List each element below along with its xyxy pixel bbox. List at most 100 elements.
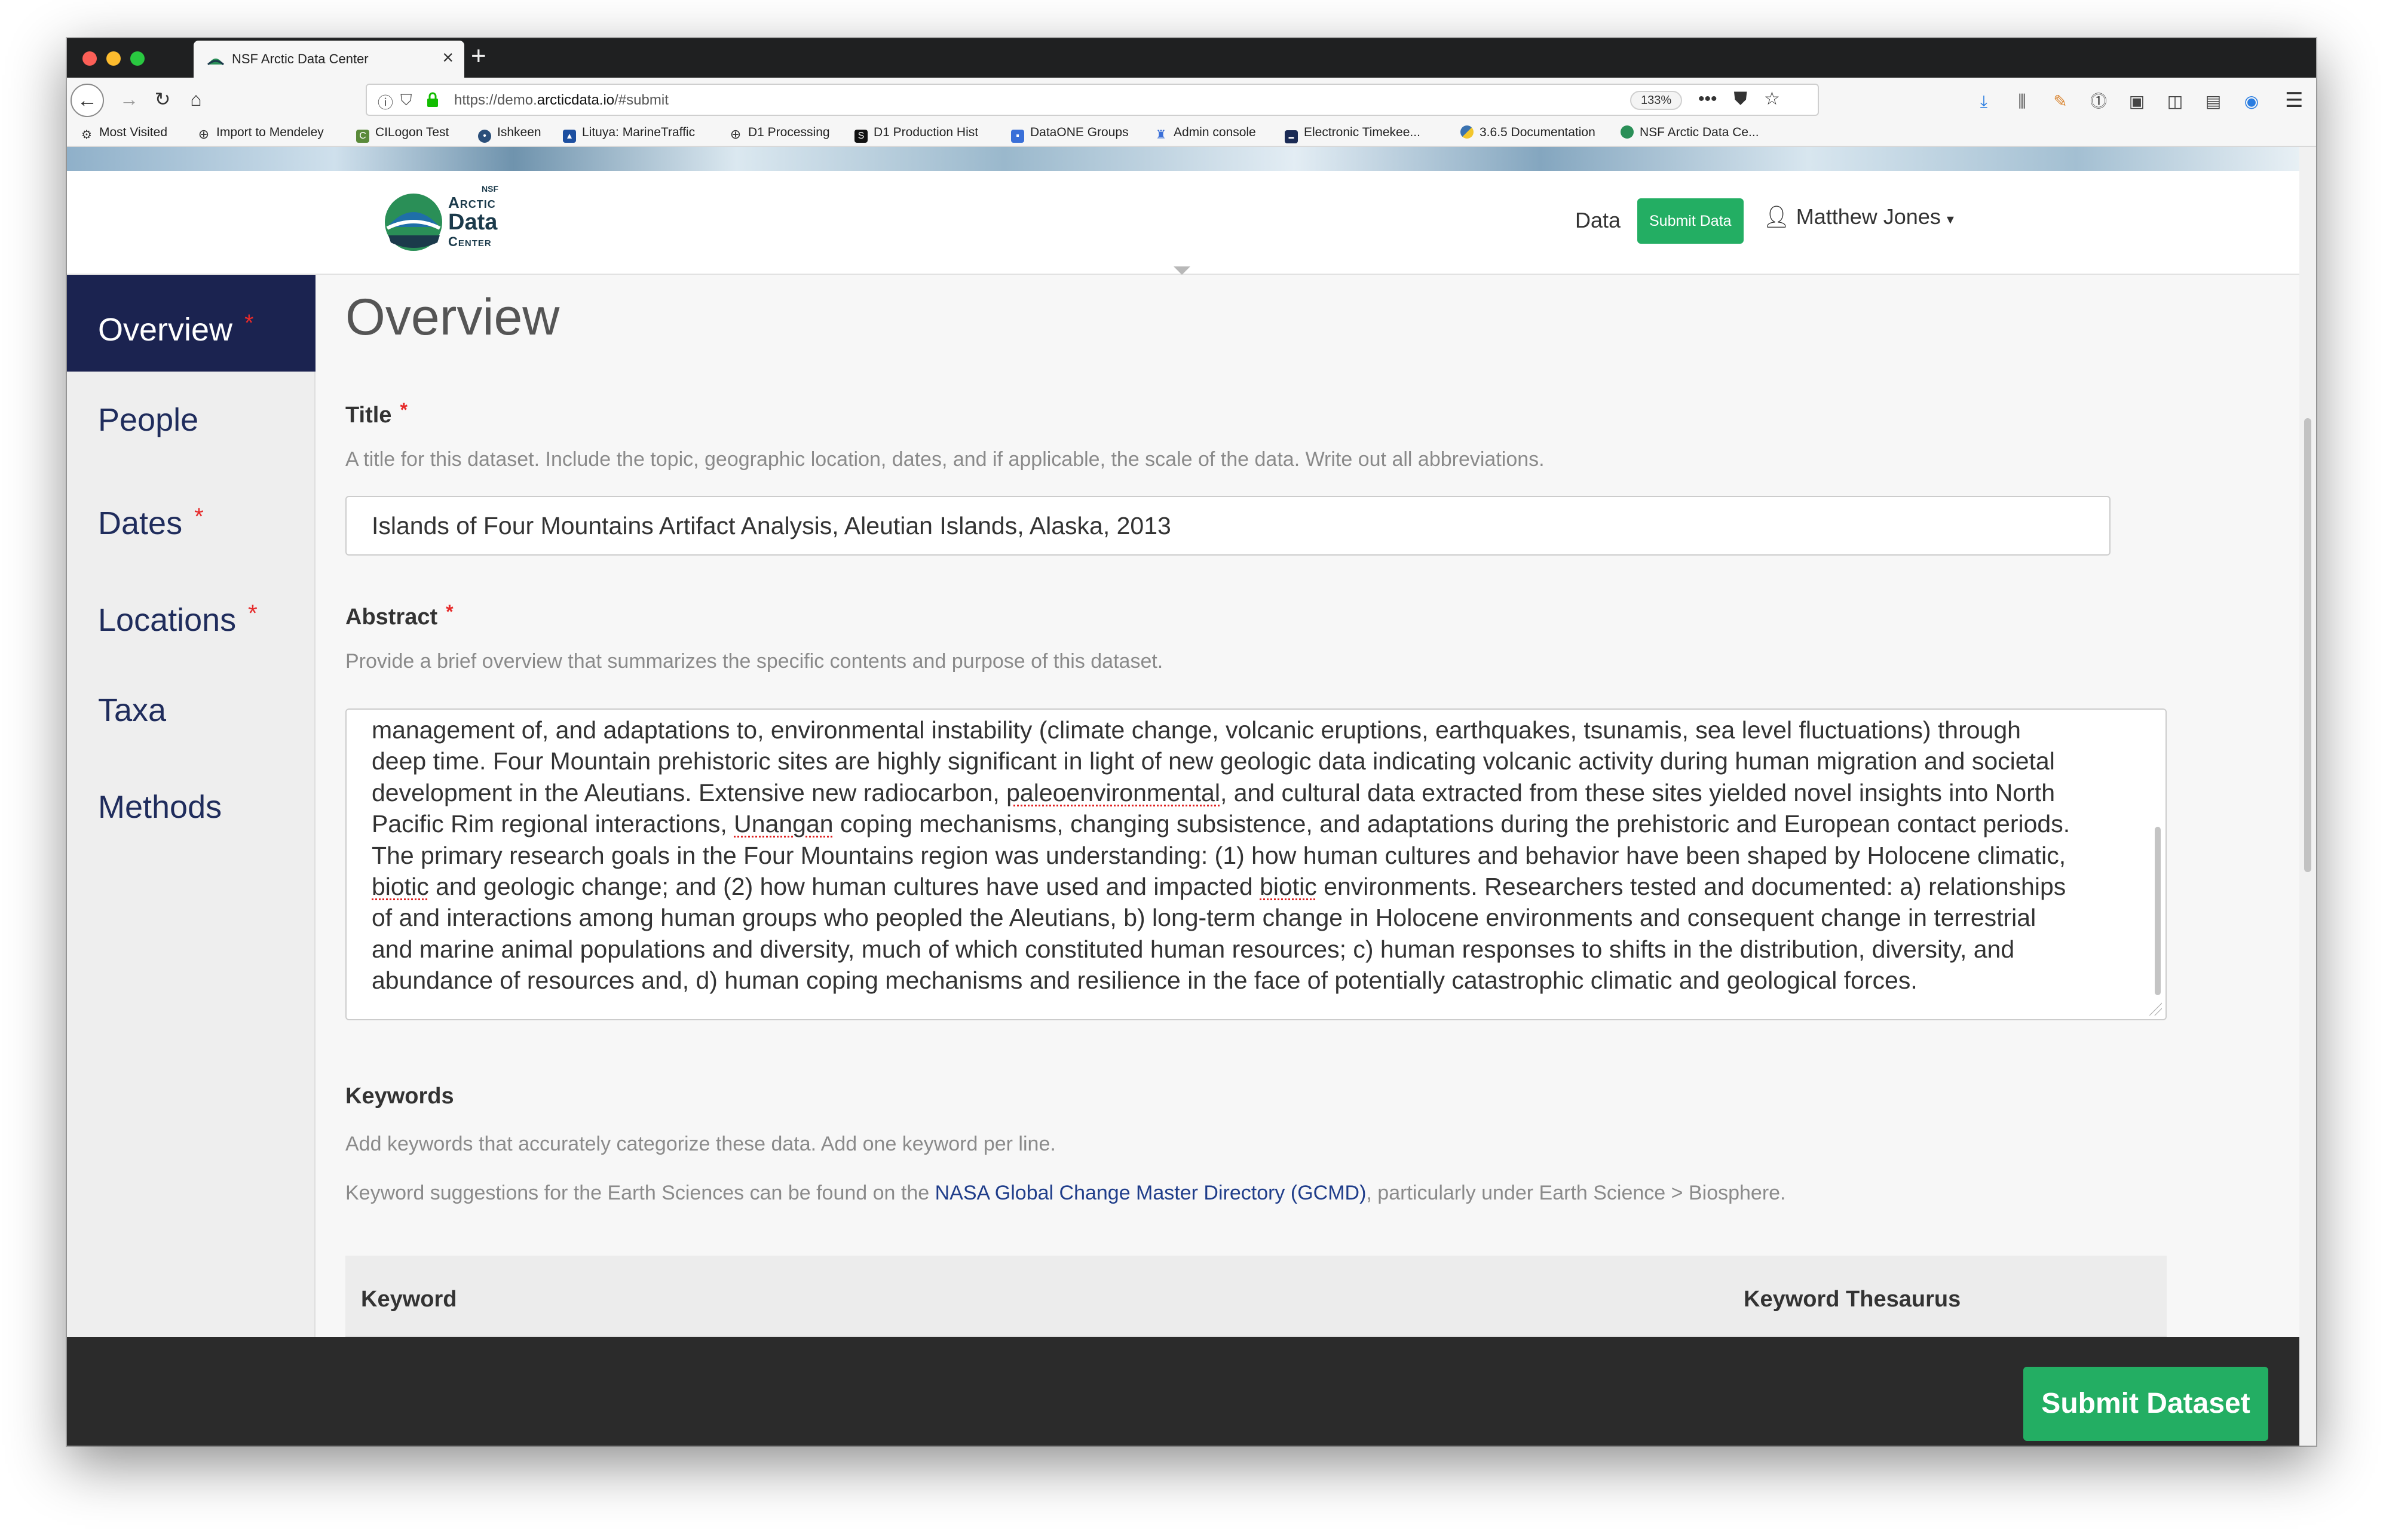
- close-tab-icon[interactable]: ×: [442, 48, 454, 67]
- menu-icon[interactable]: ☰: [2285, 88, 2303, 112]
- submit-footer: Submit Dataset: [67, 1337, 2299, 1446]
- library-icon[interactable]: ⫼: [2003, 92, 2041, 112]
- bookmark-star-icon[interactable]: ☆: [1764, 89, 1780, 109]
- keywords-suggestion: Keyword suggestions for the Earth Scienc…: [345, 1182, 1786, 1205]
- submit-dataset-button[interactable]: Submit Dataset: [2023, 1367, 2268, 1441]
- sidebar-item-dates[interactable]: Dates *: [67, 468, 316, 565]
- sidebar-item-taxa[interactable]: Taxa: [67, 662, 316, 759]
- arctic-data-logo-icon[interactable]: [382, 191, 445, 253]
- sidebar-item-people[interactable]: People: [67, 372, 316, 468]
- bookmark-label: Lituya: MarineTraffic: [582, 125, 696, 139]
- sidebar-item-label: Locations: [98, 602, 237, 638]
- required-marker: *: [194, 504, 204, 530]
- page-actions-icon[interactable]: •••: [1698, 89, 1717, 109]
- web-page: NSF Arctic Data Center Data Submit Data …: [67, 147, 2299, 1337]
- bookmarks-bar: ⚙ Most Visited ⊕ Import to Mendeley C CILog…: [67, 121, 2316, 147]
- bookmark-admin-console[interactable]: ♜ Admin console: [1154, 125, 1256, 142]
- pocket-icon[interactable]: ⛊: [1734, 89, 1748, 109]
- new-tab-button[interactable]: +: [471, 41, 486, 72]
- abstract-textarea[interactable]: management of, and adaptations to, envir…: [345, 708, 2167, 1020]
- bookmark-label: DataONE Groups: [1030, 125, 1129, 139]
- nav-data-link[interactable]: Data: [1575, 208, 1621, 233]
- abstract-line: and marine animal populations and divers…: [372, 935, 2015, 963]
- tab-active[interactable]: NSF Arctic Data Center ×: [194, 41, 464, 78]
- bookmark-mendeley[interactable]: ⊕ Import to Mendeley: [197, 125, 324, 141]
- cilogon-icon: C: [356, 130, 369, 143]
- url-bar[interactable]: ⓘ ⛉ https://demo.arcticdata.io/#submit 1…: [366, 84, 1819, 116]
- bookmark-d1-production[interactable]: S D1 Production Hist: [854, 125, 978, 143]
- globe-icon: ⊕: [198, 127, 210, 142]
- user-menu[interactable]: 👤︎ Matthew Jones ▾: [1763, 204, 1954, 229]
- reader-icon[interactable]: ▤: [2194, 91, 2232, 111]
- logo-line-2: Data: [448, 210, 498, 235]
- bookmark-arctic-data[interactable]: NSF Arctic Data Ce...: [1621, 125, 1759, 140]
- submit-form: Overview Title * A title for this dataset…: [316, 275, 2299, 1337]
- tab-bar: NSF Arctic Data Center × +: [67, 38, 2316, 78]
- tracking-shield-icon[interactable]: ⛉: [400, 91, 412, 110]
- back-button[interactable]: ←: [71, 84, 104, 117]
- page-scrollbar-thumb[interactable]: [2304, 418, 2311, 872]
- bookmark-label: Most Visited: [99, 125, 167, 139]
- bookmark-python-docs[interactable]: 3.6.5 Documentation: [1460, 125, 1595, 140]
- abstract-help: Provide a brief overview that summarizes…: [345, 650, 1163, 673]
- required-marker: *: [400, 399, 408, 421]
- sidebar-item-overview[interactable]: Overview *: [67, 275, 316, 372]
- sidebar-item-methods[interactable]: Methods: [67, 759, 316, 855]
- required-marker: *: [244, 310, 254, 336]
- onepassword-icon[interactable]: ⓵: [2079, 88, 2118, 112]
- arctic-data-icon: [1621, 125, 1634, 139]
- ship-icon: ▴: [563, 130, 576, 143]
- logo-nsf: NSF: [482, 184, 498, 194]
- bookmark-most-visited[interactable]: ⚙ Most Visited: [80, 125, 167, 142]
- s-icon: S: [854, 130, 868, 143]
- extension-icon[interactable]: ✎: [2041, 91, 2079, 111]
- close-window-button[interactable]: [82, 51, 97, 66]
- page-scrollbar[interactable]: [2299, 147, 2316, 1446]
- arctic-data-favicon-icon: [207, 59, 225, 66]
- nav-submit-data-button[interactable]: Submit Data: [1637, 198, 1744, 244]
- forward-button[interactable]: →: [117, 87, 141, 111]
- site-header: NSF Arctic Data Center Data Submit Data …: [67, 171, 2299, 275]
- keywords-label: Keywords: [345, 1084, 454, 1109]
- reload-button[interactable]: ↻: [151, 87, 174, 111]
- ucsb-icon: ▬: [1285, 130, 1298, 143]
- logo-wordmark[interactable]: Arctic Data Center: [448, 194, 498, 249]
- resize-grip-icon[interactable]: [2149, 1002, 2162, 1016]
- abstract-scrollbar[interactable]: [2155, 827, 2161, 995]
- home-button[interactable]: ⌂: [184, 87, 208, 111]
- account-icon[interactable]: ◉: [2232, 91, 2271, 111]
- misspelled-word: paleoenvironmental: [1006, 778, 1220, 806]
- misspelled-word: biotic: [1260, 872, 1317, 900]
- keywords-table-header: Keyword Keyword Thesaurus: [345, 1256, 2167, 1337]
- site-info-icon[interactable]: ⓘ: [378, 91, 393, 113]
- downloads-icon[interactable]: ⤓: [1965, 92, 2003, 112]
- sidebar-item-label: People: [98, 402, 199, 438]
- required-marker: *: [248, 600, 258, 627]
- abstract-line: biotic and geologic change; and (2) how …: [372, 872, 2066, 900]
- bookmark-dataone-groups[interactable]: ▪ DataONE Groups: [1011, 125, 1129, 143]
- page-title: Overview: [345, 289, 560, 346]
- zoom-level-badge[interactable]: 133%: [1630, 91, 1683, 110]
- bookmark-cilogon[interactable]: C CILogon Test: [356, 125, 449, 143]
- url-text[interactable]: https://demo.arcticdata.io/#submit: [454, 92, 669, 109]
- bookmark-ishkeen[interactable]: • Ishkeen: [478, 125, 541, 143]
- bookmark-label: 3.6.5 Documentation: [1480, 125, 1595, 139]
- bookmark-label: NSF Arctic Data Ce...: [1640, 125, 1759, 139]
- abstract-line: development in the Aleutians. Extensive …: [372, 778, 2055, 806]
- bookmark-d1-processing[interactable]: ⊕ D1 Processing: [729, 125, 830, 141]
- tab-title: NSF Arctic Data Center: [232, 51, 369, 66]
- header-chevron-icon[interactable]: [1174, 266, 1190, 275]
- bookmark-marinetraffic[interactable]: ▴ Lituya: MarineTraffic: [563, 125, 695, 143]
- title-input[interactable]: Islands of Four Mountains Artifact Analy…: [345, 496, 2111, 556]
- abstract-label: Abstract *: [345, 601, 454, 630]
- screenshot-icon[interactable]: ▣: [2118, 91, 2156, 111]
- abstract-line: abundance of resources and, d) human cop…: [372, 967, 1918, 995]
- bookmark-label: Import to Mendeley: [216, 125, 324, 139]
- minimize-window-button[interactable]: [106, 51, 121, 66]
- maximize-window-button[interactable]: [130, 51, 145, 66]
- sidebar-item-locations[interactable]: Locations *: [67, 565, 316, 662]
- sidebar-toggle-icon[interactable]: ◫: [2156, 91, 2194, 111]
- bookmark-label: D1 Processing: [748, 125, 830, 139]
- gcmd-link[interactable]: NASA Global Change Master Directory (GCM…: [935, 1182, 1367, 1204]
- bookmark-timekeeping[interactable]: ▬ Electronic Timekee...: [1285, 125, 1420, 143]
